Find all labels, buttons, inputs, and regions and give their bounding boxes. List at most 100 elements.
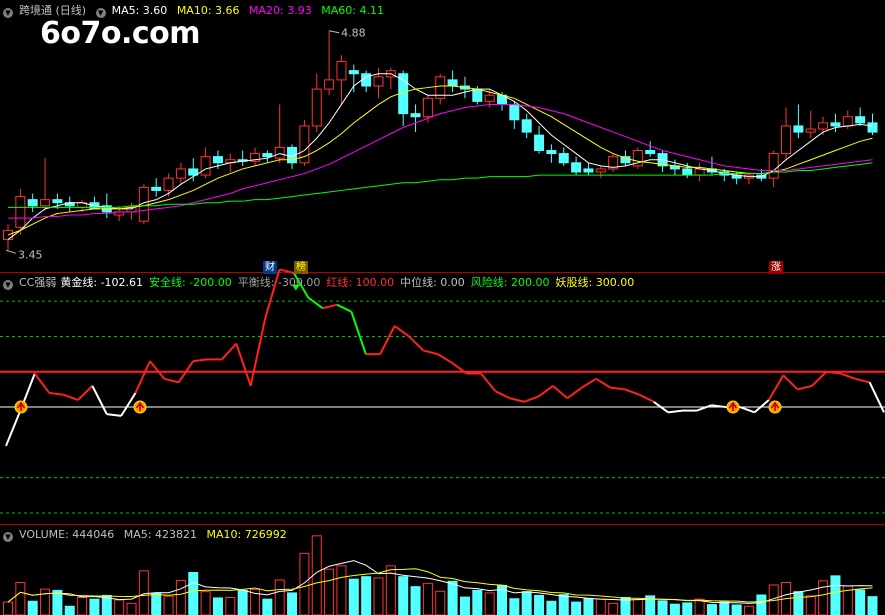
golden-line-segment <box>509 397 525 403</box>
volume-bar <box>299 552 310 615</box>
golden-line-segment <box>797 384 813 391</box>
candle-body <box>151 186 162 191</box>
golden-line-segment <box>581 377 597 389</box>
volume-bar <box>237 589 248 615</box>
settings-icon[interactable]: ▼ <box>95 8 106 18</box>
volume-bar <box>398 576 409 615</box>
volume-bar <box>719 601 730 615</box>
candle-body <box>694 168 705 176</box>
ma5-label: MA5: 3.60 <box>111 4 168 17</box>
event-tag[interactable]: 榜 <box>294 261 308 274</box>
volume-bar <box>212 597 223 615</box>
chart-title: 跨境通 (日线) <box>19 4 87 17</box>
volume-bar <box>706 604 717 615</box>
volume-bar <box>867 596 878 615</box>
candle-body <box>867 122 878 133</box>
volume-bar <box>287 592 298 615</box>
event-tag[interactable]: 涨 <box>769 261 783 274</box>
golden-line-segment <box>49 391 64 396</box>
candle-body <box>262 153 273 158</box>
volume-bar <box>558 594 569 615</box>
candle-body <box>558 153 569 164</box>
golden-line-segment <box>77 385 94 401</box>
volume-bar <box>410 586 421 615</box>
volume-bar <box>27 600 38 615</box>
volume-bar <box>40 588 51 615</box>
volume-bar <box>336 565 347 615</box>
golden-line-segment <box>350 311 367 355</box>
volume-bar <box>175 579 186 615</box>
candle-body <box>3 229 13 241</box>
indicator-legend-item: 红线: 100.00 <box>326 276 395 289</box>
volume-menu-icon[interactable]: ▼ <box>3 532 13 542</box>
volume-bar <box>361 576 372 615</box>
golden-line-segment <box>437 353 453 364</box>
chart-canvas[interactable]: 4.88 3.45 <box>0 0 885 615</box>
volume-bar <box>805 595 816 615</box>
candle-body <box>212 156 223 164</box>
candle-body <box>842 116 853 127</box>
ma-line-ma20 <box>8 103 873 219</box>
volume-bar <box>472 589 483 615</box>
candle-body <box>410 113 421 118</box>
indicator-legend: 黄金线: -102.61 安全线: -200.00 平衡线: -300.00 红线: … <box>60 276 640 289</box>
volume-bar <box>447 580 458 615</box>
candle-body <box>422 97 433 118</box>
golden-line-segment <box>537 385 554 398</box>
volume-header: ▼ VOLUME: 444046 MA5: 423821 MA10: 726992 <box>3 528 293 542</box>
golden-line-segment <box>854 377 870 384</box>
golden-line-segment <box>624 388 640 396</box>
golden-line-segment <box>106 413 122 417</box>
golden-line-segment <box>408 335 425 352</box>
candle-body <box>472 88 483 102</box>
candle-body <box>583 168 594 173</box>
volume-bar <box>15 582 26 615</box>
golden-line-segment <box>307 296 324 310</box>
golden-line-segment <box>767 374 785 401</box>
volume-bar <box>657 600 668 615</box>
candle-body <box>620 156 631 164</box>
volume-bar <box>89 598 100 615</box>
candle-body <box>805 128 816 133</box>
volume-bar <box>225 597 236 615</box>
golden-line-segment <box>739 406 755 414</box>
indicator-menu-icon[interactable]: ▼ <box>3 280 13 290</box>
golden-line-segment <box>322 303 338 310</box>
volume-bar <box>151 592 162 615</box>
volume-bar <box>262 598 273 615</box>
event-tag[interactable]: 财 <box>263 261 277 274</box>
watermark-logo: 6o7o.com <box>40 16 201 51</box>
golden-line-segment <box>523 395 539 403</box>
candle-body <box>348 70 359 75</box>
volume-bar <box>3 601 13 615</box>
golden-line-segment <box>638 393 655 403</box>
golden-line-segment <box>249 318 267 387</box>
main-chart-header: ▼ 跨境通 (日线) ▼ MA5: 3.60 MA10: 3.66 MA20: 3.… <box>3 4 390 18</box>
ma-line-ma10 <box>7 85 873 236</box>
indicator-header: ▼ CC强弱 黄金线: -102.61 安全线: -200.00 平衡线: -300.0… <box>3 276 646 290</box>
volume-bar <box>114 599 125 615</box>
collapse-icon[interactable]: ▼ <box>3 8 13 18</box>
volume-bar <box>484 592 495 615</box>
volume-bar <box>632 599 643 615</box>
golden-line-segment <box>811 371 828 387</box>
golden-line-segment <box>753 399 770 414</box>
golden-line-segment <box>5 410 22 447</box>
indicator-name: CC强弱 <box>19 276 57 289</box>
golden-line-segment <box>868 381 885 413</box>
volume-bar <box>138 570 149 615</box>
volume-bar <box>756 594 767 615</box>
volume-bar <box>77 597 88 615</box>
candle-body <box>163 177 174 191</box>
volume-bar <box>459 596 470 615</box>
golden-line-segment <box>552 385 568 399</box>
volume-bar <box>324 568 335 615</box>
golden-line-segment <box>840 372 856 380</box>
golden-line-segment <box>595 377 612 389</box>
golden-line-segment <box>782 374 799 391</box>
candle-body <box>200 156 211 176</box>
golden-line-segment <box>494 390 511 400</box>
candle-body <box>484 94 495 102</box>
ma20-label: MA20: 3.93 <box>249 4 312 17</box>
golden-line-segment <box>221 342 238 361</box>
